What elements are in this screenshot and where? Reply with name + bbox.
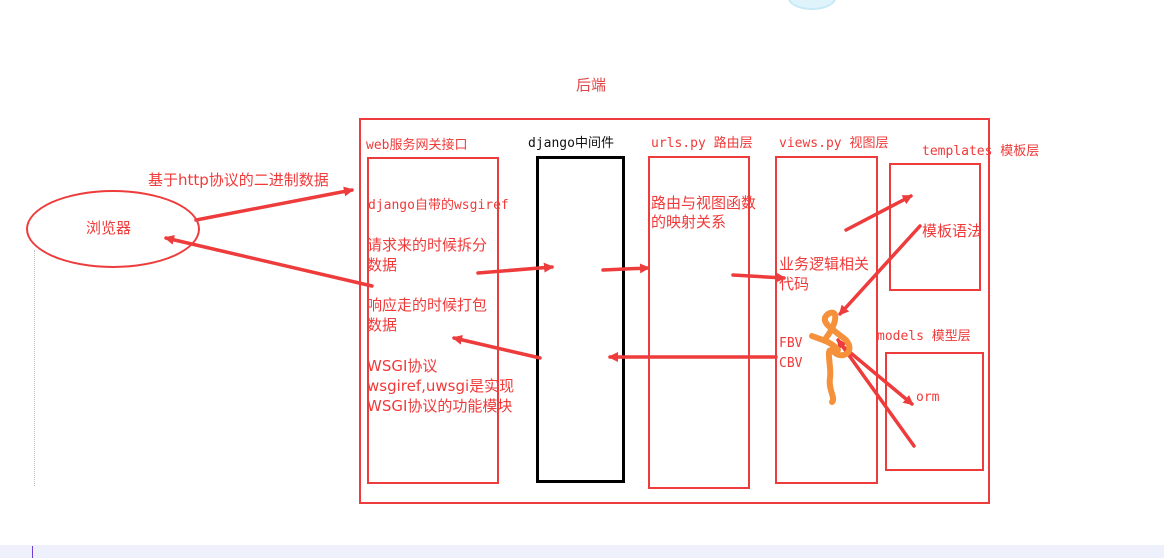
arrow-wsgi-to-middleware bbox=[476, 262, 554, 275]
arrows-layer bbox=[164, 186, 922, 448]
text-cursor bbox=[32, 546, 33, 558]
arrow-views-to-templates bbox=[844, 194, 913, 232]
scribble-mark bbox=[809, 309, 853, 405]
arrow-urls-to-views bbox=[731, 272, 786, 283]
arrow-wsgi-to-browser bbox=[164, 234, 374, 288]
arrow-models-to-views bbox=[836, 338, 916, 448]
arrow-templates-to-views bbox=[838, 224, 922, 316]
arrow-browser-to-wsgi bbox=[194, 186, 354, 222]
bottom-bar bbox=[0, 545, 1164, 558]
arrow-middleware-to-wsgi bbox=[452, 334, 542, 360]
arrow-middleware-to-urls bbox=[601, 263, 650, 274]
